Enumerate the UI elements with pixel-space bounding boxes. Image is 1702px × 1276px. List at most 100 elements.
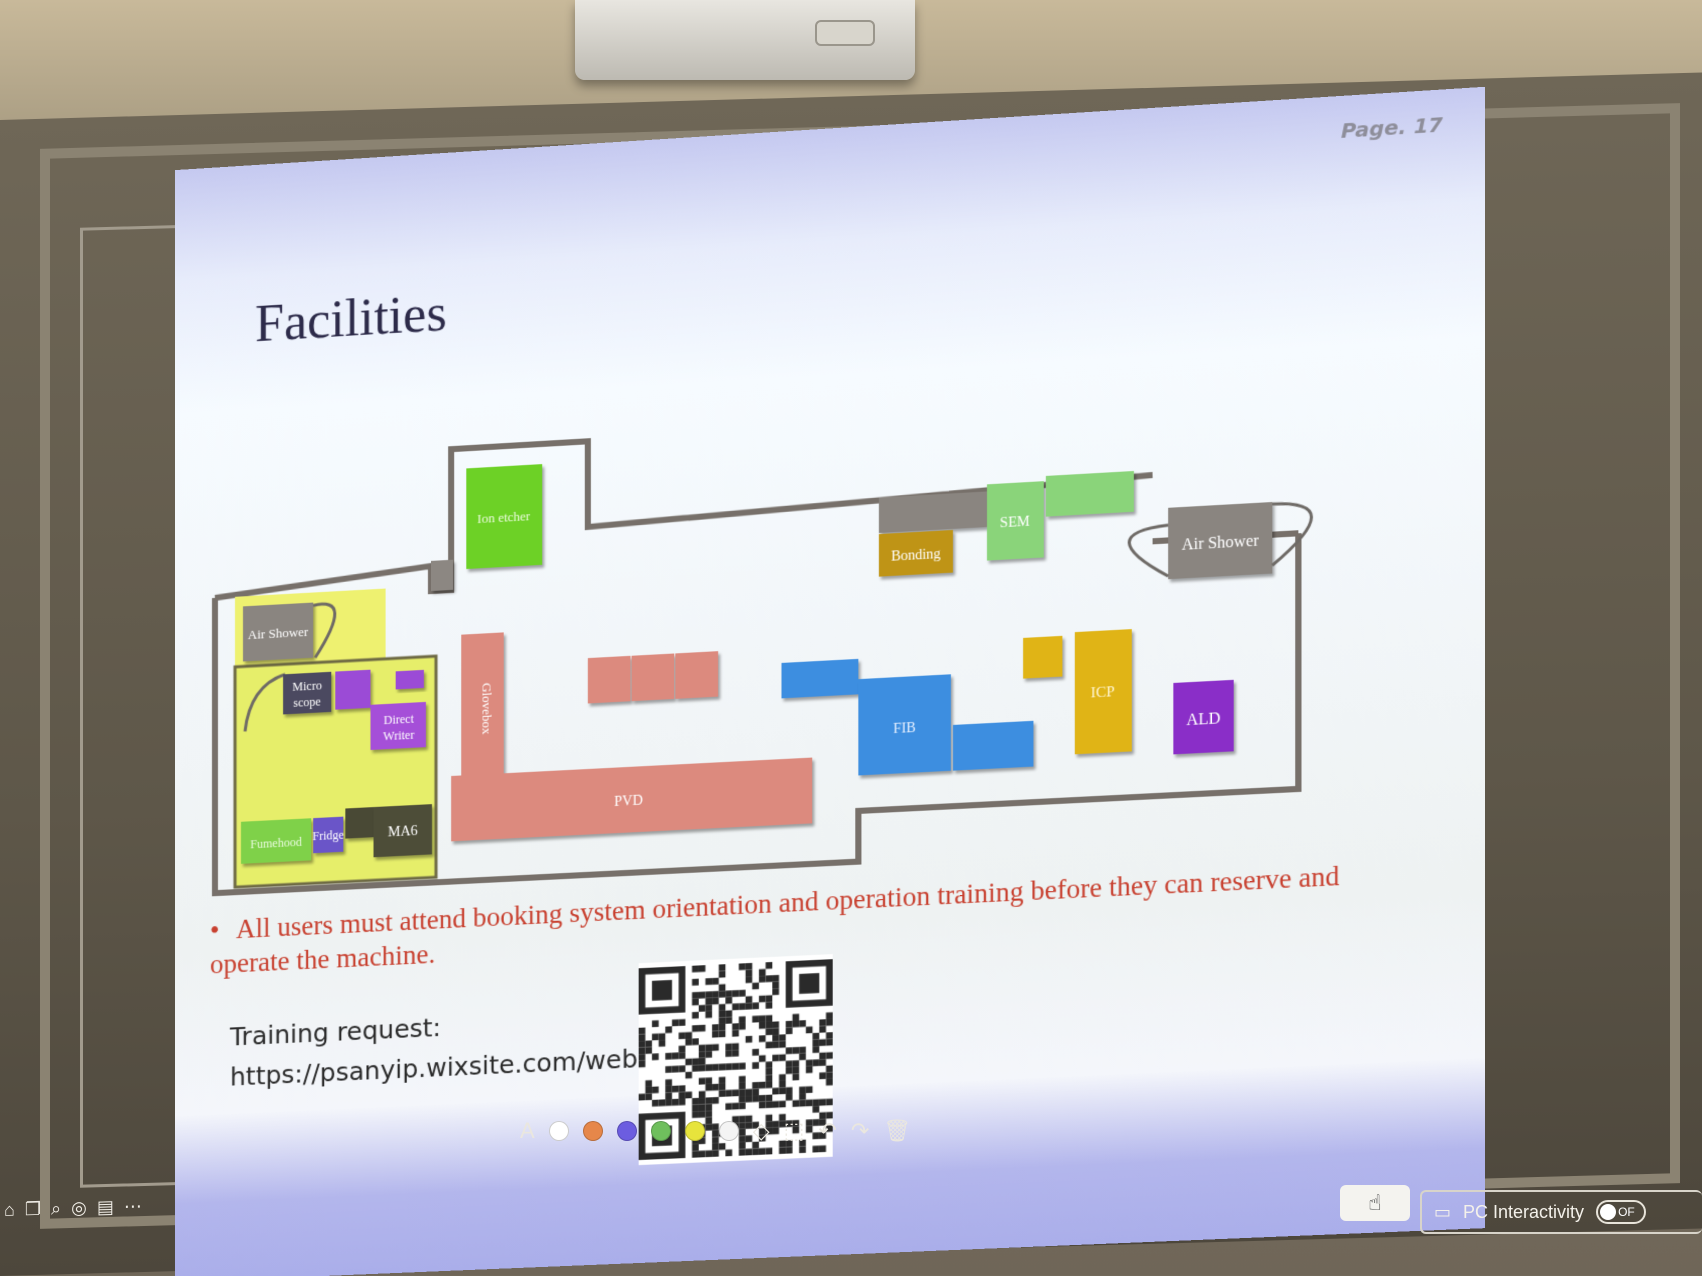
qr-module — [779, 1087, 786, 1095]
qr-module — [718, 984, 726, 992]
qr-module — [752, 1015, 759, 1023]
qr-module — [752, 1095, 759, 1103]
color-light[interactable] — [718, 1121, 739, 1141]
qr-module — [692, 991, 699, 999]
qr-module — [765, 975, 773, 983]
qr-module — [785, 1146, 793, 1154]
qr-module — [765, 1028, 773, 1036]
qr-module — [665, 1079, 673, 1087]
pink-unit-2 — [631, 653, 675, 702]
qr-module — [825, 1012, 833, 1020]
qr-module — [712, 977, 719, 985]
qr-module — [812, 1032, 820, 1040]
qr-module — [705, 1004, 713, 1012]
qr-module — [645, 1040, 652, 1048]
qr-module — [685, 1071, 693, 1079]
qr-module — [692, 1064, 699, 1072]
qr-module — [685, 1031, 693, 1039]
color-yellow[interactable] — [684, 1121, 705, 1141]
qr-module — [758, 1081, 766, 1089]
qr-module — [705, 1011, 713, 1019]
svg-text:Glovebox: Glovebox — [479, 683, 494, 736]
blue-unit-right — [952, 720, 1034, 771]
qr-module — [705, 1064, 713, 1072]
qr-module — [772, 1087, 780, 1095]
qr-module — [705, 1103, 713, 1111]
selection-icon[interactable]: ⬚ — [784, 1118, 805, 1144]
pc-interactivity-control[interactable]: ▭ PC Interactivity OF — [1420, 1190, 1702, 1234]
more-icon[interactable]: ⋯ — [124, 1196, 142, 1218]
qr-module — [745, 1035, 753, 1043]
qr-module — [678, 1045, 686, 1053]
qr-module — [765, 995, 773, 1003]
home-icon[interactable]: ⌂ — [4, 1200, 15, 1221]
qr-module — [765, 1101, 773, 1109]
qr-module — [692, 998, 699, 1006]
eraser-icon[interactable]: ◇ — [753, 1118, 770, 1144]
color-orange[interactable] — [582, 1121, 603, 1141]
qr-module — [765, 1021, 773, 1029]
qr-module — [732, 1003, 739, 1011]
qr-module — [698, 991, 706, 999]
dark-tool — [345, 807, 374, 839]
qr-module — [718, 964, 726, 972]
pen-icon[interactable]: A — [520, 1118, 535, 1144]
qr-module — [698, 1104, 706, 1112]
qr-module — [692, 1025, 699, 1032]
qr-module — [779, 1074, 786, 1082]
qr-module — [745, 1148, 753, 1156]
purple-tool — [335, 669, 371, 710]
undo-icon[interactable]: ↶ — [818, 1118, 836, 1144]
qr-module — [672, 1019, 679, 1027]
svg-text:Writer: Writer — [383, 728, 414, 744]
svg-text:Direct: Direct — [384, 712, 415, 728]
qr-module — [718, 1143, 726, 1150]
svg-text:ICP: ICP — [1091, 684, 1115, 702]
qr-module — [705, 991, 713, 999]
qr-module — [705, 978, 713, 986]
hand-tool-button[interactable]: ☝ — [1340, 1185, 1410, 1221]
qr-module — [638, 1060, 646, 1068]
qr-module — [745, 1088, 753, 1096]
qr-module — [705, 1084, 713, 1091]
svg-text:ALD: ALD — [1186, 710, 1220, 729]
qr-module — [658, 1099, 666, 1107]
color-white[interactable] — [548, 1121, 569, 1141]
qr-module — [799, 1020, 806, 1028]
qr-module — [825, 1018, 833, 1026]
qr-module — [799, 1099, 806, 1107]
redo-icon[interactable]: ↷ — [851, 1118, 869, 1144]
qr-module — [692, 1038, 699, 1046]
qr-module — [705, 997, 713, 1005]
qr-module — [718, 1010, 726, 1018]
qr-module — [738, 1089, 746, 1097]
svg-text:Micro: Micro — [292, 678, 321, 694]
pc-interactivity-toggle[interactable]: OF — [1596, 1200, 1647, 1224]
qr-module — [651, 1053, 659, 1061]
projected-slide: Page. 17 Facilities Air Shower Micro sco… — [175, 86, 1485, 1276]
present-icon[interactable]: ▤ — [97, 1197, 114, 1218]
pink-unit-3 — [675, 651, 719, 699]
trash-icon[interactable]: 🗑 — [883, 1118, 911, 1144]
svg-text:Bonding: Bonding — [891, 547, 941, 565]
qr-module — [758, 1101, 766, 1109]
qr-module — [732, 1062, 739, 1070]
qr-module — [692, 1111, 699, 1119]
training-info: Training request: https://psanyip.wixsit… — [230, 996, 684, 1097]
qr-module — [725, 1089, 733, 1097]
green-top-unit — [1045, 470, 1134, 517]
small-grey-unit — [430, 559, 454, 592]
qr-module — [819, 1145, 826, 1153]
qr-module — [785, 1060, 793, 1068]
zoom-icon[interactable]: ⌕ — [51, 1198, 61, 1219]
pages-icon[interactable]: ❐ — [25, 1199, 41, 1220]
qr-module — [765, 1094, 773, 1102]
qr-module — [752, 982, 759, 990]
color-purple[interactable] — [616, 1121, 637, 1141]
qr-module — [712, 991, 719, 998]
qr-module — [819, 1072, 826, 1080]
qr-module — [765, 961, 773, 969]
hand-icon: ☝ — [1368, 1190, 1382, 1215]
color-green[interactable] — [650, 1121, 671, 1141]
camera-icon[interactable]: ◎ — [71, 1198, 87, 1219]
